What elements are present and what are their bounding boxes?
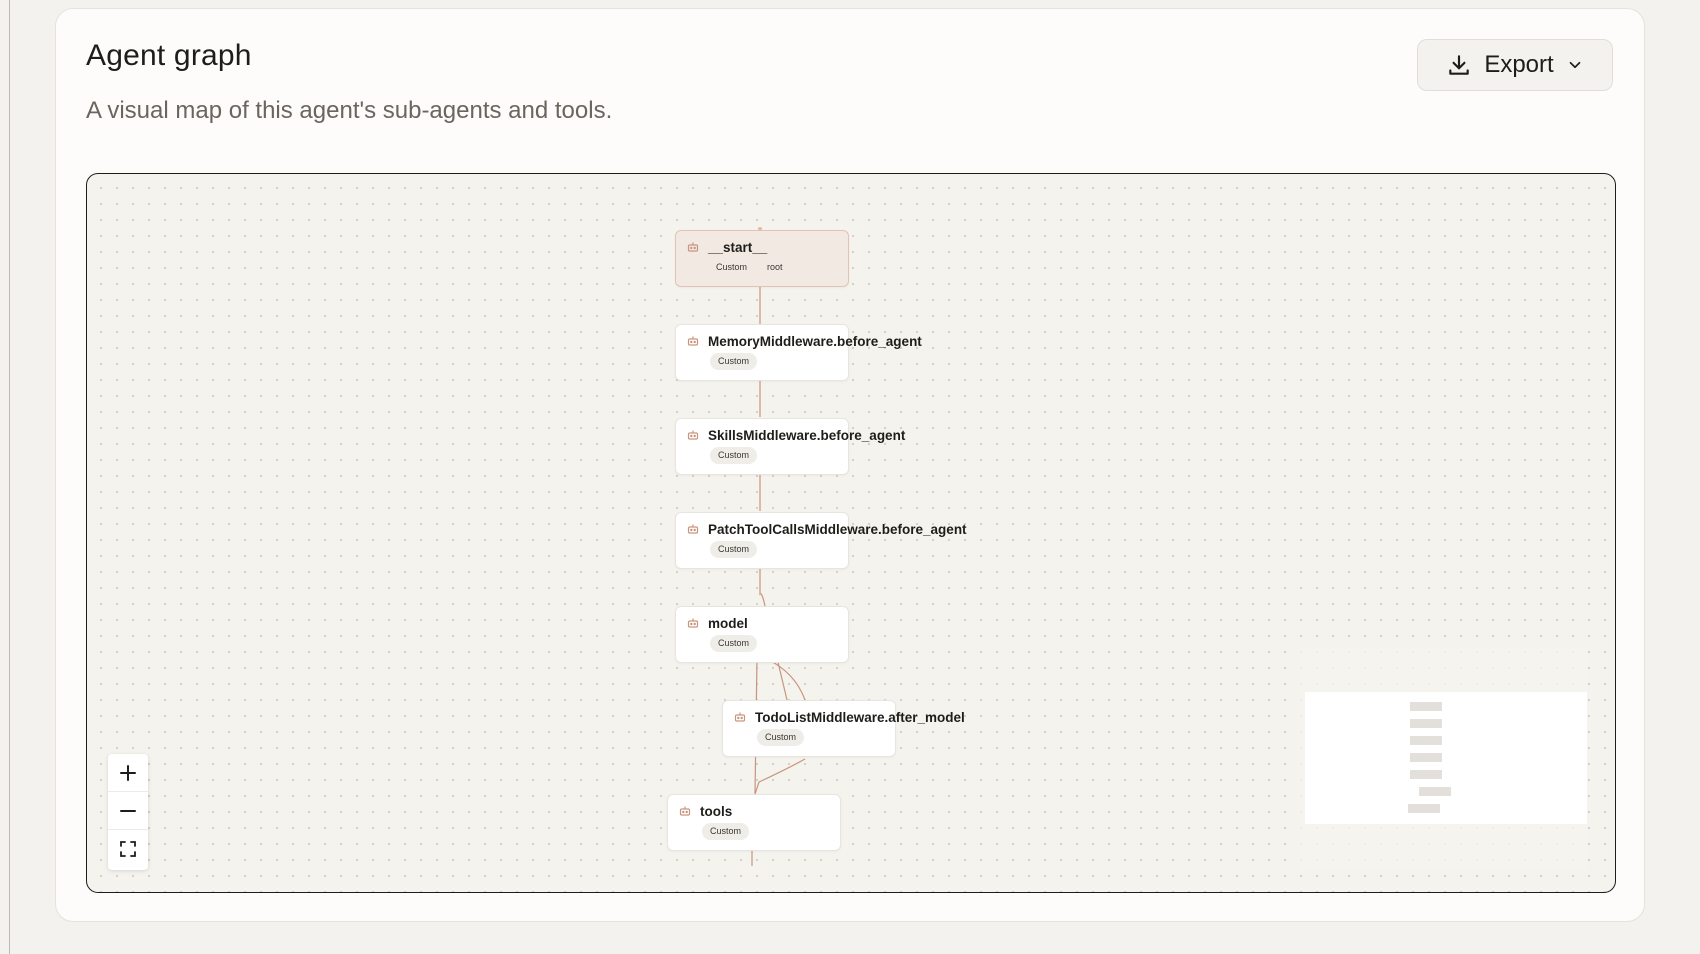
agent-icon bbox=[734, 712, 746, 722]
edge-model-todo-b bbox=[776, 657, 788, 701]
plus-icon bbox=[120, 764, 136, 781]
node-type-badge: Custom bbox=[757, 729, 805, 746]
node-title: __start__ bbox=[708, 240, 768, 255]
download-icon bbox=[1446, 52, 1472, 78]
node-title: model bbox=[708, 616, 748, 631]
graph-node-tools[interactable]: tools Custom bbox=[667, 794, 841, 851]
zoom-controls bbox=[108, 754, 148, 870]
graph-node-model[interactable]: model Custom bbox=[675, 606, 849, 663]
minimap-node bbox=[1410, 702, 1442, 711]
node-type-badge: Custom bbox=[716, 262, 748, 272]
graph-node-memory-middleware[interactable]: MemoryMiddleware.before_agent Custom bbox=[675, 324, 922, 381]
graph-canvas[interactable]: __start__ Custom root MemoryMiddleware.b… bbox=[86, 173, 1616, 893]
minimap-node bbox=[1408, 804, 1440, 813]
node-root-badge: root bbox=[767, 262, 783, 272]
card-subtitle: A visual map of this agent's sub-agents … bbox=[86, 97, 613, 124]
node-type-badge: Custom bbox=[710, 541, 758, 558]
minimap-node bbox=[1410, 719, 1442, 728]
graph-minimap[interactable] bbox=[1299, 648, 1587, 870]
graph-node-start[interactable]: __start__ Custom root bbox=[675, 230, 849, 287]
minimap-node bbox=[1410, 736, 1442, 745]
graph-node-patch-tool-calls-middleware[interactable]: PatchToolCallsMiddleware.before_agent Cu… bbox=[675, 512, 967, 569]
page-left-border bbox=[9, 0, 10, 954]
export-button[interactable]: Export bbox=[1417, 39, 1613, 91]
node-type-badge: Custom bbox=[710, 353, 758, 370]
edge-todo-tools bbox=[754, 758, 806, 795]
node-title: SkillsMiddleware.before_agent bbox=[708, 428, 906, 443]
agent-icon bbox=[687, 618, 699, 628]
agent-icon bbox=[687, 430, 699, 440]
node-type-badge: Custom bbox=[702, 823, 750, 840]
zoom-in-button[interactable] bbox=[108, 754, 148, 792]
graph-node-todo-list-middleware[interactable]: TodoListMiddleware.after_model Custom bbox=[722, 700, 965, 757]
zoom-out-button[interactable] bbox=[108, 792, 148, 830]
agent-icon bbox=[687, 242, 699, 252]
minimap-node bbox=[1419, 787, 1451, 796]
node-title: MemoryMiddleware.before_agent bbox=[708, 334, 922, 349]
node-title: PatchToolCallsMiddleware.before_agent bbox=[708, 522, 967, 537]
fullscreen-icon bbox=[120, 841, 136, 857]
agent-icon bbox=[679, 806, 691, 816]
node-title: TodoListMiddleware.after_model bbox=[755, 710, 965, 725]
chevron-down-icon bbox=[1566, 56, 1584, 74]
export-button-label: Export bbox=[1484, 51, 1554, 78]
agent-icon bbox=[687, 336, 699, 346]
agent-graph-card: Agent graph A visual map of this agent's… bbox=[55, 8, 1645, 922]
fit-view-button[interactable] bbox=[108, 830, 148, 868]
agent-icon bbox=[687, 524, 699, 534]
minimap-node bbox=[1410, 770, 1442, 779]
node-title: tools bbox=[700, 804, 733, 819]
card-title: Agent graph bbox=[86, 39, 252, 72]
minimap-viewport[interactable] bbox=[1305, 692, 1587, 824]
node-type-badge: Custom bbox=[710, 635, 758, 652]
minimap-node bbox=[1410, 753, 1442, 762]
minus-icon bbox=[120, 809, 136, 812]
node-type-badge: Custom bbox=[710, 447, 758, 464]
graph-node-skills-middleware[interactable]: SkillsMiddleware.before_agent Custom bbox=[675, 418, 905, 475]
